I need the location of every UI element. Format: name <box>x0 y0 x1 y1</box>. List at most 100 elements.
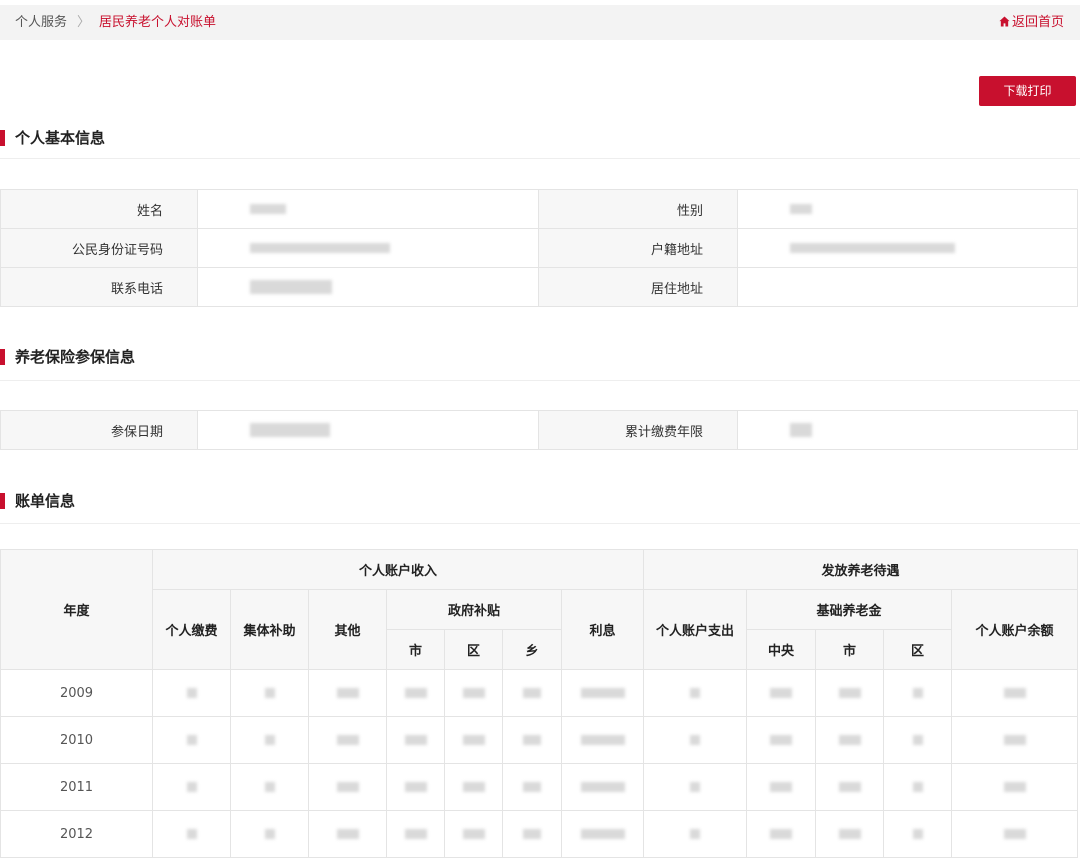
redacted-cell <box>951 669 1079 717</box>
redacted-value <box>462 735 485 745</box>
insurance-info-table: 参保日期 累计缴费年限 <box>0 410 1078 450</box>
redacted-cell <box>152 716 231 764</box>
redacted-cell <box>444 669 503 717</box>
section-marker <box>0 130 5 146</box>
basic-info-table: 姓名 性别 公民身份证号码 户籍地址 联系电话 居住地址 <box>0 189 1078 307</box>
redacted-cell <box>386 716 445 764</box>
redacted-cell <box>152 763 231 811</box>
redacted-value <box>523 782 541 792</box>
col-payout: 发放养老待遇 <box>643 549 1079 590</box>
breadcrumb-root[interactable]: 个人服务 <box>15 15 67 30</box>
redacted-value <box>580 735 625 745</box>
redacted-value <box>690 782 701 792</box>
redacted-value <box>1003 688 1026 698</box>
col-pension-central: 中央 <box>746 629 817 670</box>
col-basic-pension: 基础养老金 <box>746 589 953 630</box>
table-row: 公民身份证号码 户籍地址 <box>0 228 1078 268</box>
phone-value <box>197 267 539 307</box>
redacted-cell <box>560 763 645 811</box>
redacted-value <box>404 688 427 698</box>
table-row: 2009 <box>0 669 1079 717</box>
redacted-cell <box>883 669 953 717</box>
top-bar: 个人服务〉居民养老个人对账单 返回首页 <box>0 5 1080 40</box>
col-pension-city: 市 <box>815 629 885 670</box>
contribution-years-value <box>737 410 1078 450</box>
section-title-text: 个人基本信息 <box>15 129 106 147</box>
divider <box>0 523 1080 524</box>
redacted-value <box>523 735 541 745</box>
col-balance: 个人账户余额 <box>951 589 1079 670</box>
col-other: 其他 <box>308 589 387 670</box>
section-marker <box>0 349 5 365</box>
enroll-date-value <box>197 410 539 450</box>
redacted-cell <box>386 763 445 811</box>
redacted-value <box>462 782 485 792</box>
redacted-cell <box>643 763 748 811</box>
section-title-text: 养老保险参保信息 <box>15 348 136 366</box>
redacted-value <box>838 829 861 839</box>
redacted-cell <box>951 716 1079 764</box>
section-title-text: 账单信息 <box>15 492 76 510</box>
household-address-value <box>737 228 1078 268</box>
redacted-cell <box>308 810 387 858</box>
col-gov-city: 市 <box>386 629 445 670</box>
col-collective: 集体补助 <box>230 589 309 670</box>
redacted-value <box>838 735 861 745</box>
bill-table: 年度 个人账户收入 发放养老待遇 个人缴费 集体补助 其他 政府补贴 利息 个人… <box>0 549 1079 858</box>
redacted-cell <box>883 763 953 811</box>
redacted-cell <box>815 763 885 811</box>
download-print-button[interactable]: 下载打印 <box>979 76 1076 106</box>
redacted-cell <box>230 669 309 717</box>
enroll-date-label: 参保日期 <box>0 410 198 450</box>
redacted-cell <box>883 716 953 764</box>
table-header-row: 个人缴费 集体补助 其他 政府补贴 利息 个人账户支出 基础养老金 个人账户余额 <box>1 589 1079 670</box>
name-value <box>197 189 539 229</box>
table-row: 联系电话 居住地址 <box>0 267 1078 307</box>
redacted-value <box>912 688 923 698</box>
redacted-value <box>404 735 427 745</box>
redacted-cell <box>152 669 231 717</box>
redacted-value <box>912 782 923 792</box>
redacted-cell <box>502 716 562 764</box>
back-home-link[interactable]: 返回首页 <box>999 15 1064 31</box>
redacted-value <box>1003 782 1026 792</box>
year-cell: 2010 <box>0 716 153 764</box>
divider <box>0 158 1080 159</box>
breadcrumb: 个人服务〉居民养老个人对账单 <box>15 15 216 31</box>
redacted-value <box>336 829 359 839</box>
redacted-cell <box>951 763 1079 811</box>
redacted-cell <box>643 669 748 717</box>
redacted-value <box>523 688 541 698</box>
redacted-cell <box>560 669 645 717</box>
redacted-value <box>1003 735 1026 745</box>
section-title-insurance: 养老保险参保信息 <box>0 347 1080 367</box>
year-cell: 2011 <box>0 763 153 811</box>
redacted-value <box>404 782 427 792</box>
redacted-cell <box>502 669 562 717</box>
household-address-label: 户籍地址 <box>538 228 738 268</box>
year-cell: 2012 <box>0 810 153 858</box>
table-header-row: 年度 个人账户收入 发放养老待遇 <box>0 549 1079 670</box>
redacted-value <box>404 829 427 839</box>
redacted-value <box>336 688 359 698</box>
section-marker <box>0 493 5 509</box>
redacted-value <box>770 782 793 792</box>
table-row: 2010 <box>0 716 1079 764</box>
redacted-value <box>186 829 197 839</box>
redacted-cell <box>746 810 817 858</box>
redacted-cell <box>230 716 309 764</box>
redacted-cell <box>815 669 885 717</box>
redacted-cell <box>386 669 445 717</box>
redacted-cell <box>502 810 562 858</box>
redacted-value <box>580 829 625 839</box>
redacted-cell <box>883 810 953 858</box>
redacted-value <box>186 782 197 792</box>
redacted-value <box>580 688 625 698</box>
table-row: 姓名 性别 <box>0 189 1078 229</box>
redacted-value <box>690 829 701 839</box>
col-gov-town: 乡 <box>502 629 562 670</box>
residence-address-value <box>737 267 1078 307</box>
bill-table-body: 2009 2010 2011 2012 <box>0 669 1079 858</box>
section-title-bill: 账单信息 <box>0 491 1080 511</box>
redacted-value <box>264 735 275 745</box>
